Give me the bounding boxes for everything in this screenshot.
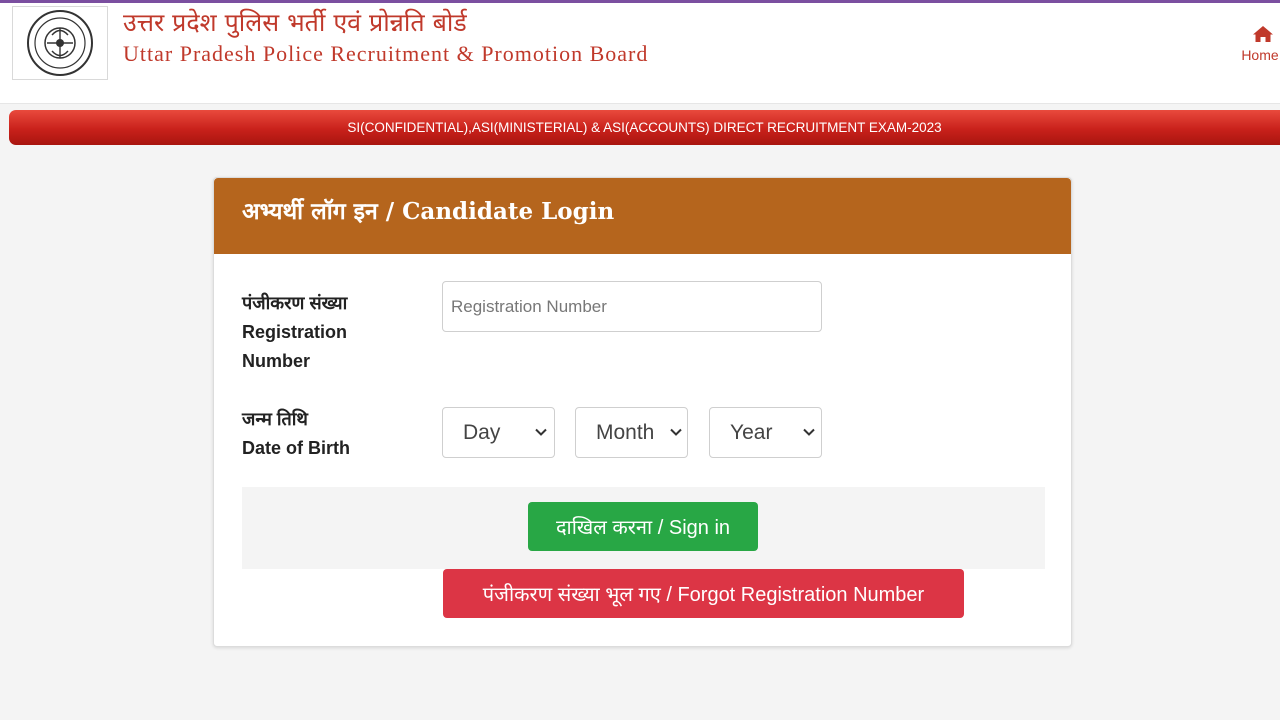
- registration-label-hindi: पंजीकरण संख्या: [242, 293, 348, 313]
- forgot-registration-button[interactable]: पंजीकरण संख्या भूल गए / Forgot Registrat…: [443, 569, 964, 618]
- registration-label: पंजीकरण संख्या Registration Number: [242, 289, 347, 376]
- up-police-emblem-icon: [27, 10, 93, 76]
- dob-label-hindi: जन्म तिथि: [242, 409, 308, 429]
- header-title-english: Uttar Pradesh Police Recruitment & Promo…: [123, 41, 649, 66]
- nav-home-link[interactable]: Home: [1240, 25, 1280, 63]
- sign-in-label: दाखिल करना / Sign in: [555, 517, 731, 539]
- dob-label: जन्म तिथि Date of Birth: [242, 405, 350, 463]
- dob-label-english: Date of Birth: [242, 438, 350, 458]
- registration-label-english-1: Registration: [242, 322, 348, 342]
- exam-banner: SI(CONFIDENTIAL),ASI(MINISTERIAL) & ASI(…: [9, 110, 1280, 145]
- logo[interactable]: [12, 6, 108, 80]
- header-title-hindi: उत्तर प्रदेश पुलिस भर्ती एवं प्रोन्नति ब…: [123, 8, 467, 37]
- registration-number-input[interactable]: [442, 281, 822, 332]
- exam-banner-text: SI(CONFIDENTIAL),ASI(MINISTERIAL) & ASI(…: [347, 120, 942, 135]
- login-title: अभ्यर्थी लॉग इन / Candidate Login: [242, 198, 615, 225]
- dob-month-select[interactable]: Month: [575, 407, 688, 458]
- dob-year-select[interactable]: Year: [709, 407, 822, 458]
- home-label: Home: [1241, 47, 1279, 63]
- login-card-header: अभ्यर्थी लॉग इन / Candidate Login: [214, 178, 1071, 254]
- sign-in-button[interactable]: दाखिल करना / Sign in: [528, 502, 758, 551]
- home-icon: [1253, 26, 1273, 42]
- dob-day-select[interactable]: Day: [442, 407, 555, 458]
- registration-label-english-2: Number: [242, 351, 311, 371]
- forgot-registration-label: पंजीकरण संख्या भूल गए / Forgot Registrat…: [482, 584, 925, 606]
- candidate-login-card: अभ्यर्थी लॉग इन / Candidate Login पंजीकर…: [213, 177, 1072, 647]
- site-header: उत्तर प्रदेश पुलिस भर्ती एवं प्रोन्नति ब…: [0, 3, 1280, 104]
